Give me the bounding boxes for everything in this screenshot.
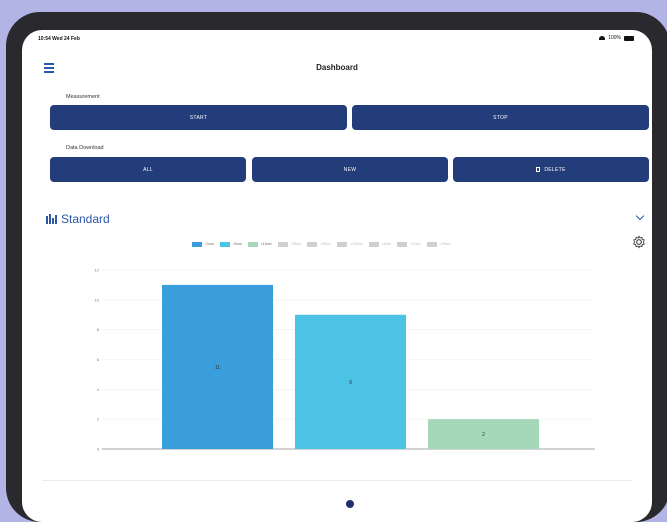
- y-tick-label: 12: [95, 268, 100, 273]
- bar-chart: 0 2 4 6 8 10 12 11 9 2: [95, 268, 595, 452]
- tablet-frame: 10:54 Wed 24 Feb 100% Dashboard Measurem…: [6, 12, 667, 522]
- y-tick-label: 10: [95, 297, 100, 302]
- y-tick-label: 8: [97, 327, 100, 332]
- y-tick-label: 2: [97, 417, 100, 422]
- bar-value-label: 9: [349, 380, 352, 386]
- y-tick-label: 4: [97, 387, 100, 392]
- bar-value-label: 11: [215, 365, 220, 371]
- app-screen: 10:54 Wed 24 Feb 100% Dashboard Measurem…: [22, 30, 652, 522]
- y-tick-label: 6: [97, 357, 100, 362]
- bar-value-label: 2: [482, 432, 485, 438]
- home-icon[interactable]: [346, 500, 354, 508]
- y-tick-label: 0: [97, 447, 100, 452]
- footer-divider: [42, 480, 632, 481]
